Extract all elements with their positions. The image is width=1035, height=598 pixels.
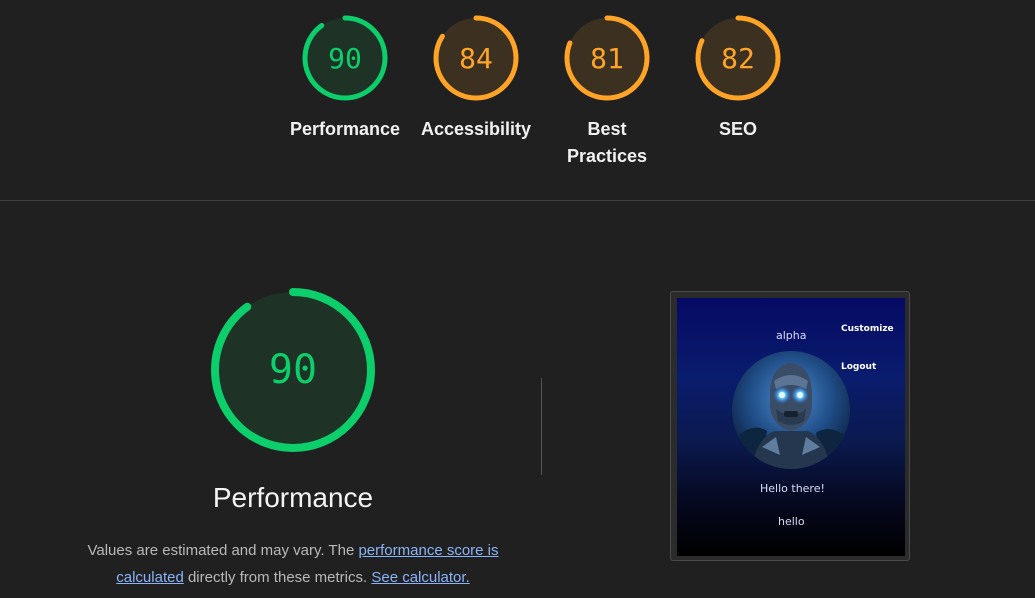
gauge-ring: 81 — [564, 15, 650, 101]
page-screenshot: alpha Customize Logout Hello there! hell… — [677, 298, 905, 556]
screenshot-customize-button: Customize — [841, 324, 894, 334]
performance-title: Performance — [212, 482, 374, 513]
screenshot-bio: hello — [778, 515, 805, 528]
final-screenshot[interactable]: alpha Customize Logout Hello there! hell… — [670, 291, 910, 561]
gauge-seo[interactable]: 82 SEO — [673, 14, 803, 143]
gauge-ring: 84 — [433, 15, 519, 101]
gauge-label: Accessibility — [420, 119, 532, 139]
gauge-label: SEO — [718, 119, 757, 139]
gauge-label: Best Practices — [567, 119, 648, 166]
section-divider — [541, 378, 542, 475]
screenshot-greeting: Hello there! — [760, 482, 825, 495]
gauge-score: 82 — [721, 42, 755, 75]
gauge-score: 84 — [459, 42, 493, 75]
score-summary: 90 Performance 84 Accessibility 81 Best … — [0, 0, 1035, 201]
screenshot-logout-button: Logout — [841, 362, 877, 372]
gauge-label: Performance — [289, 119, 401, 139]
see-calculator-link[interactable]: See calculator. — [371, 569, 469, 586]
gauge-score: 90 — [328, 42, 362, 75]
note-text-prefix: Values are estimated and may vary. The — [87, 542, 359, 559]
gauge-score: 81 — [590, 42, 624, 75]
robot-avatar-image — [732, 351, 850, 469]
gauge-ring: 82 — [695, 15, 781, 101]
gauge-ring: 90 — [302, 15, 388, 101]
note-text-middle: directly from these metrics. — [183, 569, 372, 586]
performance-note: Values are estimated and may vary. The p… — [68, 537, 518, 591]
gauge-accessibility[interactable]: 84 Accessibility — [411, 14, 541, 143]
performance-score: 90 — [269, 347, 317, 393]
performance-gauge: 90 — [211, 288, 375, 452]
gauge-performance[interactable]: 90 Performance — [280, 14, 410, 143]
screenshot-username: alpha — [776, 329, 807, 342]
performance-section: 90 Performance Values are estimated and … — [0, 201, 1035, 598]
gauge-best-practices[interactable]: 81 Best Practices — [542, 14, 672, 170]
avatar — [732, 351, 850, 469]
